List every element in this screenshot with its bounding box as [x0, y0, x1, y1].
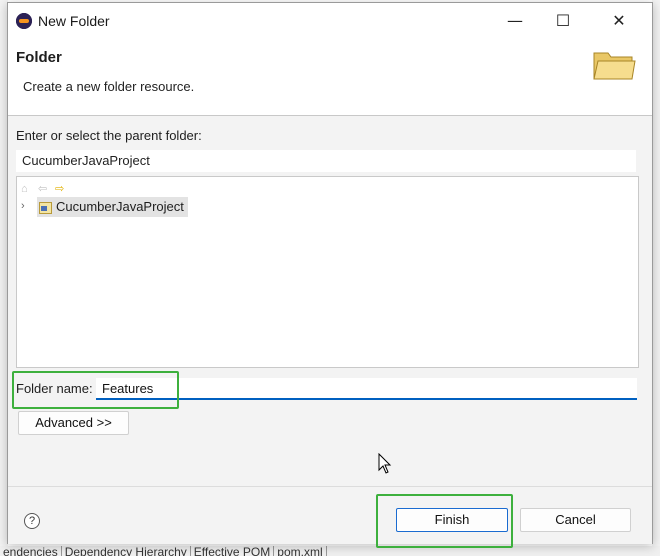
- help-icon[interactable]: ?: [24, 513, 40, 529]
- dialog-footer: ? Finish Cancel: [8, 486, 652, 548]
- folder-name-label: Folder name:: [16, 381, 93, 396]
- new-folder-dialog: New Folder — ☐ ✕ Folder Create a new fol…: [7, 2, 653, 548]
- eclipse-icon: [16, 13, 32, 29]
- parent-folder-label: Enter or select the parent folder:: [16, 128, 202, 143]
- wizard-content: Enter or select the parent folder: ⌂⇦⇨ ›…: [8, 116, 652, 486]
- tree-item-label: CucumberJavaProject: [56, 199, 184, 214]
- title-bar[interactable]: New Folder — ☐ ✕: [8, 3, 652, 39]
- folder-name-input[interactable]: [96, 378, 637, 400]
- cancel-button[interactable]: Cancel: [520, 508, 631, 532]
- bg-tab: endencies: [0, 546, 62, 556]
- tree-toolbar: ⌂ ⇦ ⇨: [21, 180, 72, 195]
- background-editor-tabs: endencies Dependency Hierarchy Effective P…: [0, 546, 660, 556]
- bg-tab: Effective POM: [190, 546, 275, 556]
- bg-tab: pom.xml: [274, 546, 327, 556]
- forward-icon[interactable]: ⇨: [55, 183, 69, 195]
- wizard-title: Folder: [16, 49, 62, 66]
- background-editor-right: [652, 0, 660, 556]
- minimize-button[interactable]: —: [492, 7, 538, 35]
- back-icon[interactable]: ⇦: [38, 183, 52, 195]
- folder-name-row: Folder name:: [16, 378, 637, 400]
- window-title: New Folder: [38, 13, 110, 29]
- close-button[interactable]: ✕: [596, 7, 642, 35]
- chevron-right-icon[interactable]: ›: [21, 200, 25, 212]
- advanced-button[interactable]: Advanced >>: [18, 411, 129, 435]
- folder-tree[interactable]: ⌂ ⇦ ⇨ › CucumberJavaProject: [16, 176, 639, 368]
- folder-banner-icon: [593, 52, 636, 80]
- wizard-description: Create a new folder resource.: [23, 79, 195, 94]
- home-icon[interactable]: ⌂: [21, 183, 35, 195]
- project-icon: [39, 201, 52, 214]
- finish-button[interactable]: Finish: [396, 508, 508, 532]
- bg-tab: Dependency Hierarchy: [61, 546, 191, 556]
- maximize-button[interactable]: ☐: [540, 7, 586, 35]
- tree-item-selected[interactable]: CucumberJavaProject: [37, 197, 188, 217]
- parent-folder-input[interactable]: [16, 150, 636, 172]
- mouse-pointer-icon: [378, 453, 392, 474]
- wizard-header: Folder Create a new folder resource.: [8, 39, 652, 116]
